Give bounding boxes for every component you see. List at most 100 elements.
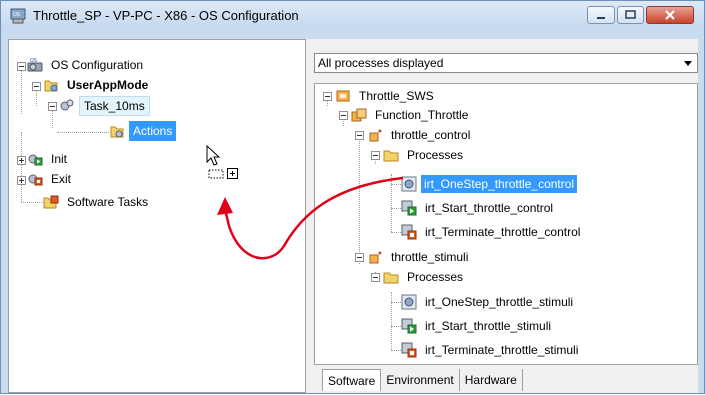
process-filter-dropdown[interactable]: All processes displayed: [314, 53, 698, 73]
tree-node-throttle-stimuli[interactable]: throttle_stimuli: [367, 248, 547, 266]
os-configuration-window: OS Throttle_SP - VP-PC - X86 - OS Config…: [0, 0, 705, 394]
tree-node-label: Actions: [129, 121, 177, 141]
start-icon: [401, 318, 417, 334]
tree-line: [57, 132, 109, 133]
tree-node-label: irt_Start_throttle_control: [425, 201, 554, 215]
chevron-down-icon: [684, 61, 692, 66]
tab-environment[interactable]: Environment: [381, 369, 460, 391]
module-icon: [369, 251, 382, 264]
init-icon: [28, 154, 43, 166]
tree-node-user-app-mode[interactable]: UserAppMode: [43, 76, 193, 94]
collapse-toggle[interactable]: [339, 111, 348, 120]
client-area: OS OS Configuration UserAppMode Task_10m…: [8, 39, 698, 393]
tree-line: [391, 208, 401, 209]
user-app-mode-icon: [44, 80, 58, 92]
terminate-icon: [401, 342, 417, 358]
tree-node-throttle-sws[interactable]: Throttle_SWS: [335, 87, 495, 105]
collapse-toggle[interactable]: [48, 102, 57, 111]
tree-node-label: OS Configuration: [51, 58, 144, 72]
software-tasks-icon: [43, 195, 59, 209]
process-icon: [401, 176, 417, 192]
collapse-toggle[interactable]: [371, 151, 380, 160]
sws-icon: [336, 90, 350, 102]
os-config-icon: OS: [27, 58, 43, 72]
cursor-icon: [206, 144, 224, 179]
tree-line: [359, 134, 360, 264]
tab-software[interactable]: Software: [322, 369, 382, 391]
svg-text:OS: OS: [30, 58, 37, 64]
expand-toggle[interactable]: [17, 176, 26, 185]
collapse-toggle[interactable]: [371, 273, 380, 282]
exit-icon: [28, 174, 43, 186]
title-bar[interactable]: OS Throttle_SP - VP-PC - X86 - OS Config…: [1, 1, 704, 31]
tree-line: [391, 184, 401, 185]
tree-line: [391, 174, 392, 232]
tree-line: [391, 350, 401, 351]
folder-icon: [383, 272, 399, 284]
terminate-icon: [401, 224, 417, 240]
tree-node-init[interactable]: Init: [27, 150, 127, 168]
os-configuration-tree[interactable]: OS OS Configuration UserAppMode Task_10m…: [8, 39, 306, 393]
maximize-button[interactable]: [617, 6, 644, 24]
process-icon: [401, 294, 417, 310]
tree-node-processes[interactable]: Processes: [383, 146, 523, 164]
folder-icon: [383, 150, 399, 162]
close-icon: [665, 10, 675, 20]
tree-node-label: irt_OneStep_throttle_stimuli: [425, 295, 574, 309]
maximize-icon: [625, 10, 636, 19]
tree-node-label: Function_Throttle: [375, 108, 469, 122]
tab-hardware[interactable]: Hardware: [459, 369, 523, 391]
collapse-toggle[interactable]: [323, 92, 332, 101]
collapse-toggle[interactable]: [355, 253, 364, 262]
collapse-toggle[interactable]: [17, 62, 26, 71]
tree-node-label: irt_Start_throttle_stimuli: [425, 319, 552, 333]
dropdown-value: All processes displayed: [318, 56, 444, 70]
start-icon: [401, 200, 417, 216]
tree-node-process[interactable]: irt_OneStep_throttle_control: [401, 175, 641, 193]
tree-node-exit[interactable]: Exit: [27, 170, 127, 188]
browser-tabs: Software Environment Hardware: [322, 369, 523, 391]
tree-node-label: Init: [51, 152, 68, 166]
tree-line: [391, 302, 401, 303]
tree-node-function-throttle[interactable]: Function_Throttle: [351, 106, 511, 124]
tree-node-label: UserAppMode: [67, 78, 149, 92]
tree-node-label: Processes: [407, 270, 464, 284]
tree-node-process[interactable]: irt_Start_throttle_stimuli: [401, 317, 641, 335]
tree-node-process[interactable]: irt_Terminate_throttle_control: [401, 223, 641, 241]
tree-node-software-tasks[interactable]: Software Tasks: [43, 193, 193, 211]
tree-line: [21, 64, 22, 114]
minimize-button[interactable]: [587, 6, 615, 24]
tree-node-process[interactable]: irt_OneStep_throttle_stimuli: [401, 293, 641, 311]
window-title: Throttle_SP - VP-PC - X86 - OS Configura…: [33, 8, 299, 23]
svg-text:OS: OS: [13, 12, 20, 18]
tree-node-label: throttle_stimuli: [391, 250, 469, 264]
task-icon: [60, 99, 74, 111]
process-browser: All processes displayed Throttle_SWS Fun…: [314, 39, 698, 393]
tree-node-actions[interactable]: Actions: [109, 121, 219, 141]
close-button[interactable]: [646, 6, 694, 24]
tree-node-processes[interactable]: Processes: [383, 268, 523, 286]
tree-node-throttle-control[interactable]: throttle_control: [367, 126, 547, 144]
pane-splitter[interactable]: [306, 39, 314, 393]
minimize-icon: [597, 17, 605, 19]
app-icon: OS: [10, 8, 26, 24]
tree-node-label: irt_Terminate_throttle_control: [425, 225, 581, 239]
module-icon: [369, 129, 382, 142]
process-tree[interactable]: Throttle_SWS Function_Throttle throttle_…: [314, 83, 698, 365]
tree-node-label: Exit: [51, 172, 72, 186]
tree-node-label: throttle_control: [391, 128, 471, 142]
tree-node-label: irt_Terminate_throttle_stimuli: [425, 343, 579, 357]
tree-node-process[interactable]: irt_Start_throttle_control: [401, 199, 641, 217]
tree-line: [21, 132, 22, 202]
tree-node-task[interactable]: Task_10ms: [59, 96, 179, 116]
tree-node-label: irt_OneStep_throttle_control: [421, 175, 578, 193]
tree-node-label: Processes: [407, 148, 464, 162]
tree-node-os-configuration[interactable]: OS OS Configuration: [27, 56, 187, 74]
drop-copy-indicator: [227, 168, 238, 179]
collapse-toggle[interactable]: [355, 131, 364, 140]
tree-line: [391, 292, 392, 350]
function-icon: [351, 108, 367, 122]
expand-toggle[interactable]: [17, 156, 26, 165]
collapse-toggle[interactable]: [32, 82, 41, 91]
tree-node-process[interactable]: irt_Terminate_throttle_stimuli: [401, 341, 641, 359]
